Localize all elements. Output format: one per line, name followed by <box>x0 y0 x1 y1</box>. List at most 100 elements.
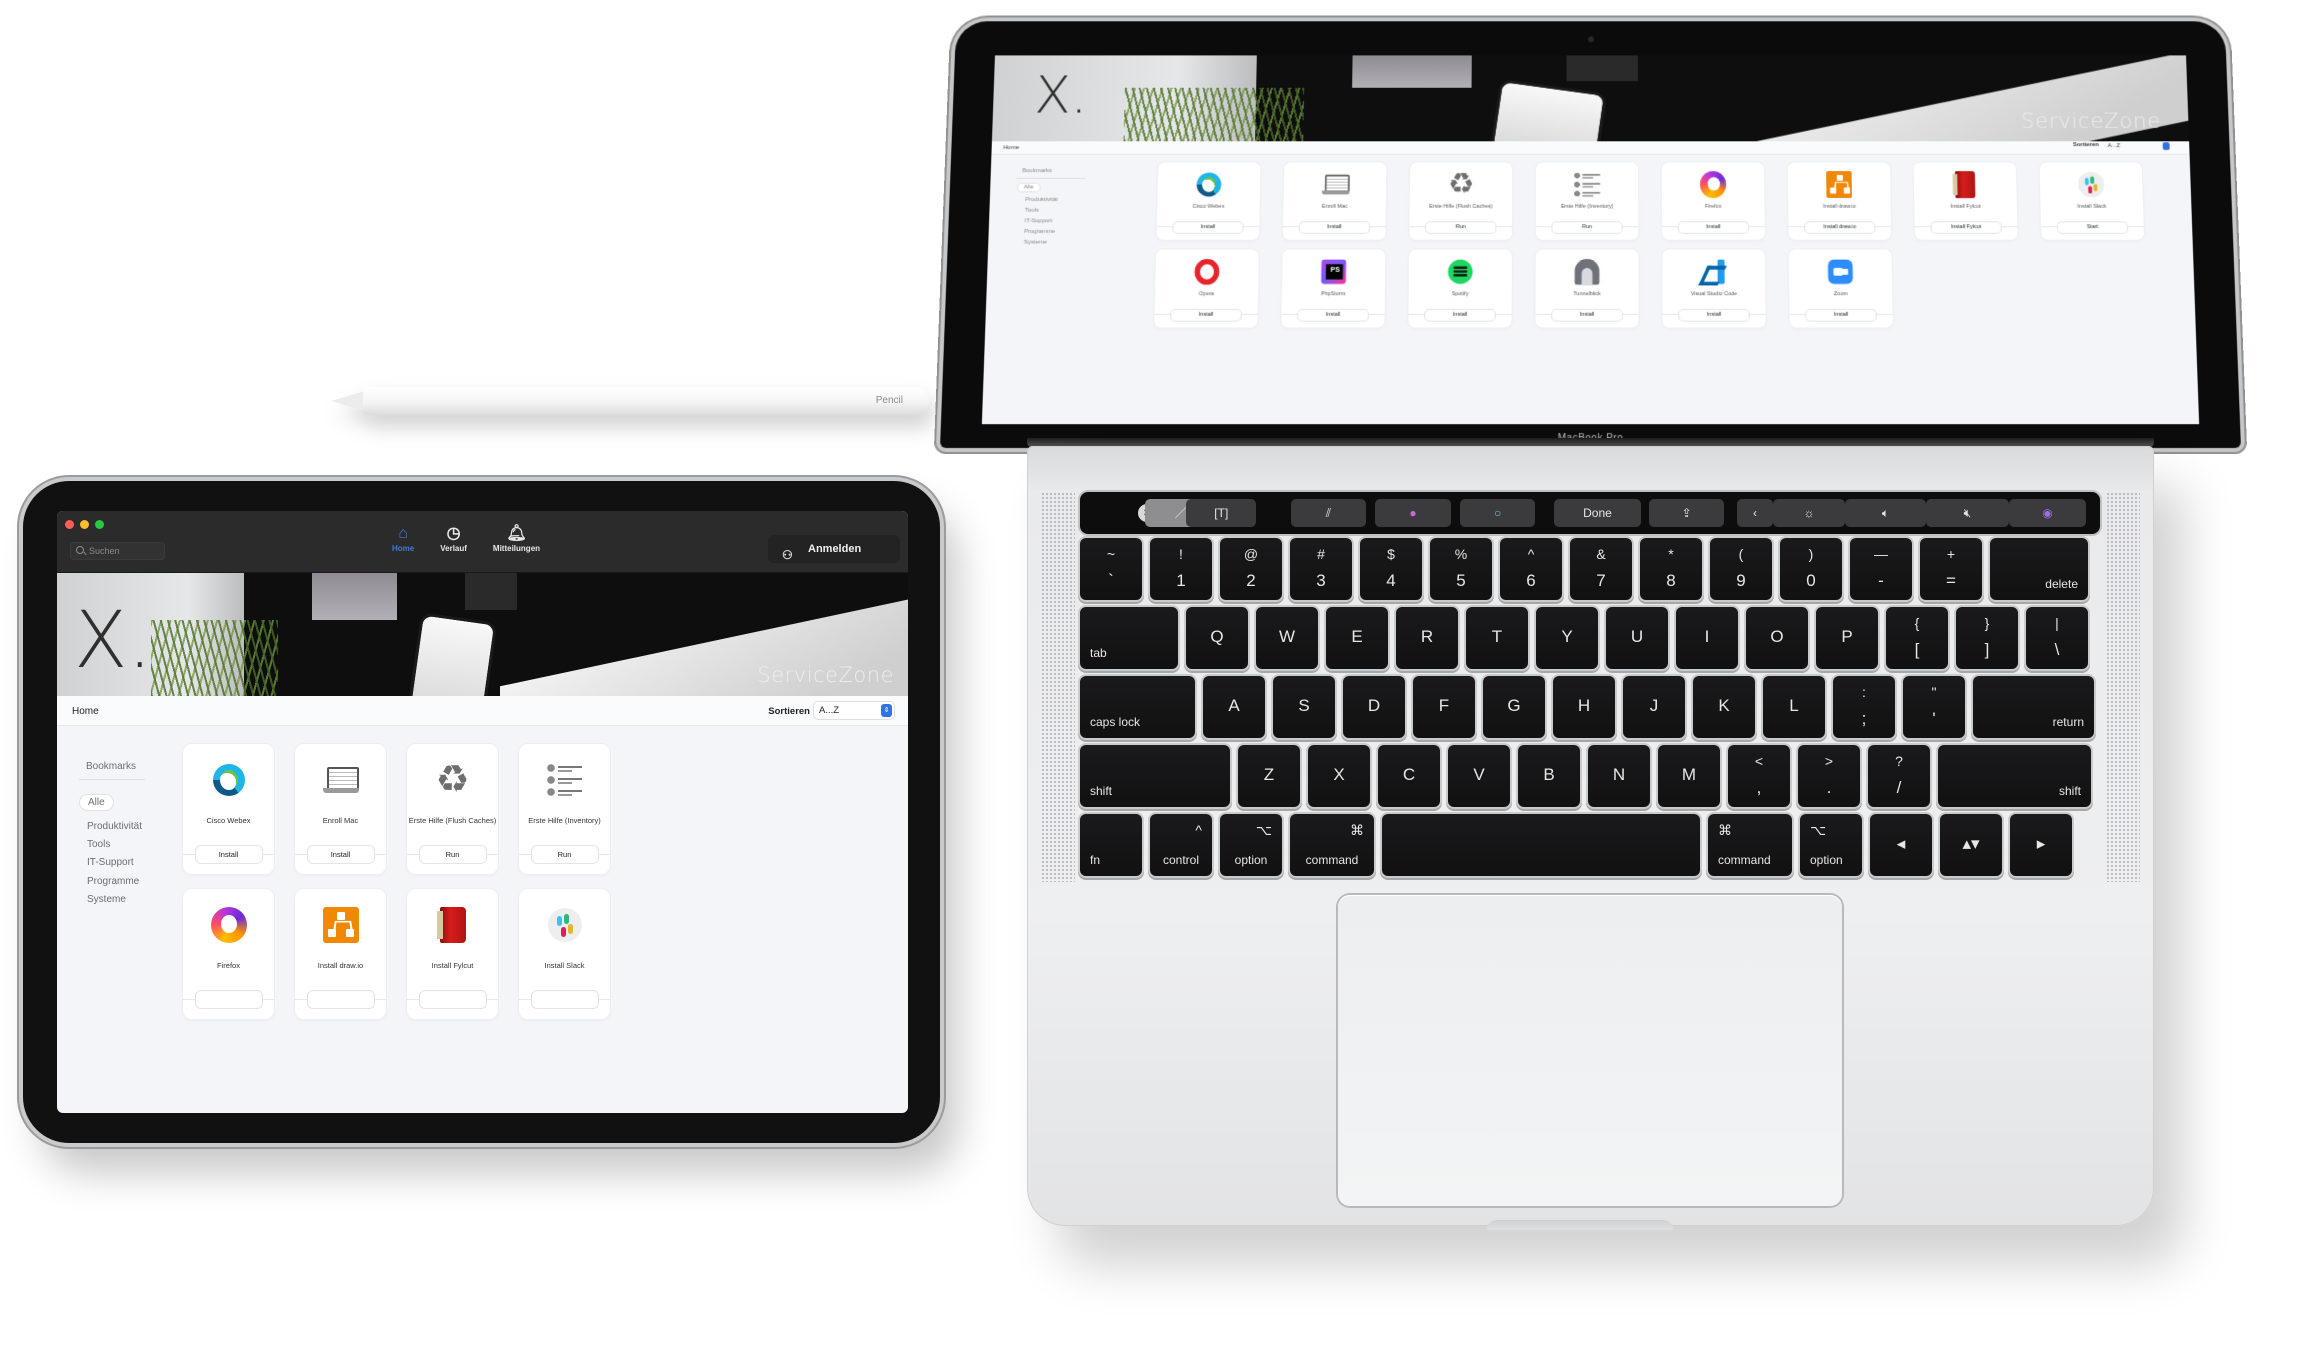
app-card[interactable]: Zoom Install <box>1788 249 1893 328</box>
breadcrumb[interactable]: Home <box>1003 145 1019 151</box>
touchbar-brightness-button[interactable]: ☼ <box>1773 499 1845 527</box>
app-card[interactable]: Install Slack <box>519 889 610 1019</box>
app-card[interactable]: Enroll Mac Install <box>295 744 386 874</box>
sidebar-item-systeme[interactable]: Systeme <box>1024 240 1047 246</box>
key-t[interactable]: T <box>1466 607 1528 669</box>
key-y[interactable]: Y <box>1536 607 1598 669</box>
key-2[interactable]: @2 <box>1220 538 1282 600</box>
key-j[interactable]: J <box>1623 676 1685 738</box>
app-action-button[interactable]: Install <box>1679 309 1749 321</box>
key-p[interactable]: P <box>1816 607 1878 669</box>
touchbar-collapse-button[interactable]: ‹ <box>1737 499 1773 527</box>
key-n[interactable]: N <box>1588 745 1650 807</box>
sort-select[interactable]: A...Z <box>2105 142 2170 151</box>
app-action-button[interactable] <box>195 991 262 1008</box>
key-z[interactable]: Z <box>1238 745 1300 807</box>
key-m[interactable]: M <box>1658 745 1720 807</box>
key-;[interactable]: :; <box>1833 676 1895 738</box>
key-option[interactable]: option ⌥ <box>1220 814 1282 876</box>
app-action-button[interactable] <box>419 991 486 1008</box>
key-\[interactable]: | \ <box>2026 607 2088 669</box>
key-q[interactable]: Q <box>1186 607 1248 669</box>
close-window-button[interactable] <box>65 520 74 529</box>
app-card[interactable]: Erste Hilfe (Inventory) Run <box>1535 162 1639 240</box>
maximize-window-button[interactable] <box>95 520 104 529</box>
login-button[interactable]: ⚇ Anmelden <box>768 535 900 563</box>
key-,[interactable]: <, <box>1728 745 1790 807</box>
key-delete[interactable]: delete <box>1990 538 2088 600</box>
touchbar-text-button[interactable]: [T] <box>1186 499 1257 527</box>
sidebar-item-it-support[interactable]: IT-Support <box>1024 218 1052 224</box>
app-action-button[interactable] <box>307 991 374 1008</box>
app-card[interactable]: Firefox <box>183 889 274 1019</box>
key-o[interactable]: O <box>1746 607 1808 669</box>
key-g[interactable]: G <box>1483 676 1545 738</box>
sidebar-item-produktivitaet[interactable]: Produktivität <box>1025 197 1058 203</box>
key-7[interactable]: & 7 <box>1570 538 1632 600</box>
sort-select[interactable]: A...Z ⇕ <box>814 702 894 719</box>
key-control[interactable]: control ^ <box>1150 814 1212 876</box>
app-card[interactable]: Enroll Mac Install <box>1282 162 1387 240</box>
key-shift[interactable]: shift <box>1938 745 2091 807</box>
key-option[interactable]: option ⌥ <box>1800 814 1862 876</box>
sidebar-item-produktivitaet[interactable]: Produktivität <box>87 821 142 832</box>
app-action-button[interactable] <box>531 991 598 1008</box>
key-`[interactable]: ~ ` <box>1080 538 1142 600</box>
breadcrumb[interactable]: Home <box>72 706 99 717</box>
app-card[interactable]: Install Slack Start <box>2039 162 2145 240</box>
search-input[interactable]: Suchen <box>70 542 165 560</box>
key-=[interactable]: + = <box>1920 538 1982 600</box>
key-5[interactable]: % 5 <box>1430 538 1492 600</box>
key-shift[interactable]: shift <box>1080 745 1230 807</box>
app-card[interactable]: Tunnelblick Install <box>1535 249 1639 328</box>
app-action-button[interactable]: Run <box>1552 222 1622 233</box>
key-4[interactable]: $4 <box>1360 538 1422 600</box>
key-e[interactable]: E <box>1326 607 1388 669</box>
app-action-button[interactable]: Install <box>195 846 262 863</box>
key-3[interactable]: #3 <box>1290 538 1352 600</box>
app-card[interactable]: Install Fylcut Install Fylcut <box>1913 162 2018 240</box>
app-action-button[interactable]: Install <box>1678 222 1748 233</box>
nav-notifications[interactable]: 🔔︎ Mitteilungen <box>493 525 540 553</box>
key-0[interactable]: ) 0 <box>1780 538 1842 600</box>
key-▸[interactable]: ▸ <box>2010 814 2072 876</box>
key-caps-lock[interactable]: caps lock <box>1080 676 1195 738</box>
app-card[interactable]: PhpStorm Install <box>1281 249 1386 328</box>
sidebar-item-alle[interactable]: Alle <box>80 795 113 810</box>
touchbar-volume-button[interactable]: 🔈︎ <box>1845 499 1926 527</box>
app-card[interactable]: Spotify Install <box>1408 249 1512 328</box>
app-action-button[interactable]: Run <box>531 846 598 863</box>
key-fn[interactable]: fn <box>1080 814 1142 876</box>
touchbar-done-button[interactable]: Done <box>1554 499 1641 527</box>
sidebar-item-systeme[interactable]: Systeme <box>87 894 126 905</box>
nav-history[interactable]: ◷ Verlauf <box>440 525 467 553</box>
app-action-button[interactable]: Install <box>1806 309 1876 321</box>
sidebar-item-it-support[interactable]: IT-Support <box>87 857 134 868</box>
key-c[interactable]: C <box>1378 745 1440 807</box>
touchbar-siri-button[interactable]: ◉ <box>2008 499 2087 527</box>
app-card[interactable]: Install Fylcut <box>407 889 498 1019</box>
app-action-button[interactable]: Install <box>1173 222 1243 233</box>
app-action-button[interactable]: Install <box>1298 309 1368 321</box>
key-6[interactable]: ^ 6 <box>1500 538 1562 600</box>
key-8[interactable]: * 8 <box>1640 538 1702 600</box>
app-card[interactable]: Firefox Install <box>1661 162 1765 240</box>
key-a[interactable]: A <box>1203 676 1265 738</box>
app-action-button[interactable]: Install <box>1171 309 1241 321</box>
app-action-button[interactable]: Run <box>1426 222 1496 233</box>
key-][interactable]: }] <box>1956 607 2018 669</box>
sidebar-item-tools[interactable]: Tools <box>87 839 110 850</box>
key-k[interactable]: K <box>1693 676 1755 738</box>
trackpad[interactable] <box>1338 895 1842 1206</box>
touchbar-share-button[interactable]: ⇪ <box>1648 499 1725 527</box>
key-return[interactable]: return <box>1973 676 2094 738</box>
key--[interactable]: — - <box>1850 538 1912 600</box>
app-card[interactable]: ♻ Erste Hilfe (Flush Caches) Run <box>1409 162 1513 240</box>
touchbar-stroke-style-button[interactable]: ⫽ <box>1290 499 1367 527</box>
sidebar-item-tools[interactable]: Tools <box>1025 208 1039 214</box>
key-x[interactable]: X <box>1308 745 1370 807</box>
app-card[interactable]: Install draw.io Install draw.io <box>1787 162 1892 240</box>
key-h[interactable]: H <box>1553 676 1615 738</box>
app-action-button[interactable]: Install <box>1425 309 1495 321</box>
key-▴▾[interactable]: ▴▾ <box>1940 814 2002 876</box>
